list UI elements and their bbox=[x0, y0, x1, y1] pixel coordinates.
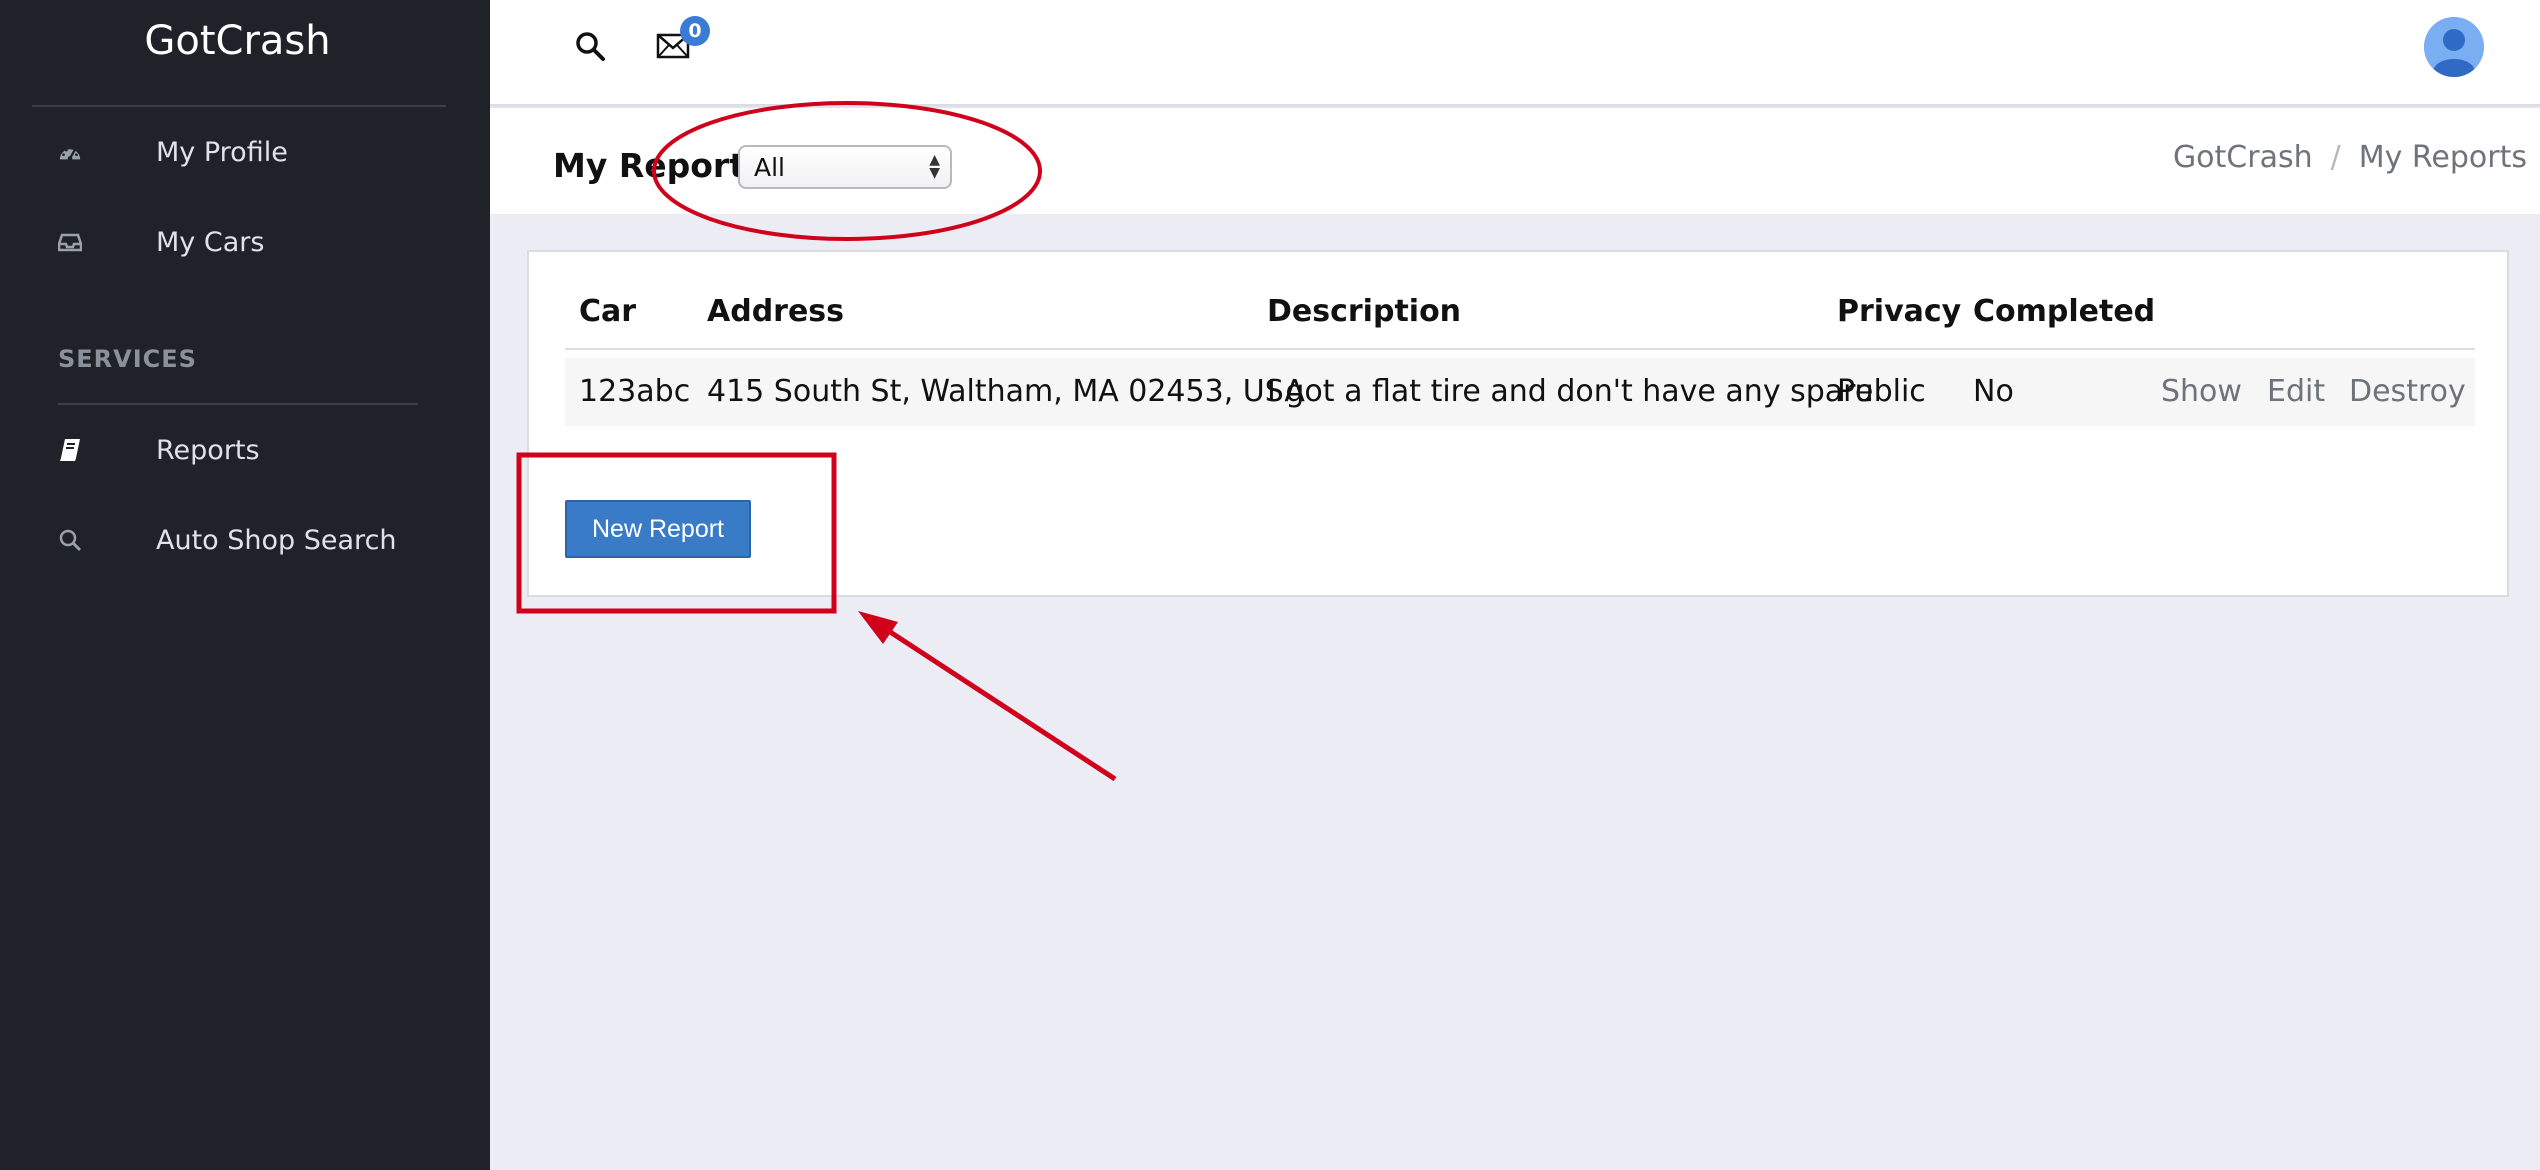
brand-divider bbox=[32, 105, 446, 107]
page-header: My Reports All ▲ ▼ GotCrash / My Reports bbox=[490, 108, 2540, 214]
app-root: GotCrash My Profile My Cars SERVICES Rep… bbox=[0, 0, 2540, 1170]
table-row: 123abc 415 South St, Waltham, MA 02453, … bbox=[565, 358, 2475, 426]
cell-car: 123abc bbox=[579, 374, 691, 409]
breadcrumb-separator: / bbox=[2330, 140, 2341, 175]
new-report-button[interactable]: New Report bbox=[565, 500, 751, 558]
inbox-icon bbox=[58, 230, 82, 254]
sidebar: GotCrash My Profile My Cars SERVICES Rep… bbox=[0, 0, 490, 1170]
cell-privacy: Public bbox=[1837, 374, 1926, 409]
column-header-privacy: Privacy bbox=[1837, 294, 1962, 329]
sidebar-item-label: My Cars bbox=[156, 226, 265, 258]
column-header-car: Car bbox=[579, 294, 637, 329]
filter-selected-value: All bbox=[754, 152, 785, 182]
notification-badge: 0 bbox=[680, 16, 710, 46]
search-icon bbox=[58, 528, 82, 552]
column-header-completed: Completed bbox=[1973, 294, 2156, 329]
cell-address: 415 South St, Waltham, MA 02453, USA bbox=[707, 374, 1305, 409]
breadcrumb-home[interactable]: GotCrash bbox=[2173, 140, 2313, 175]
annotation-arrow-line bbox=[876, 621, 1117, 782]
breadcrumb: GotCrash / My Reports bbox=[2173, 140, 2527, 175]
sidebar-section-label: SERVICES bbox=[58, 345, 197, 373]
reports-card: Car Address Description Privacy Complete… bbox=[527, 250, 2509, 597]
cell-description: I got a flat tire and don't have any spa… bbox=[1267, 374, 1874, 409]
sidebar-item-auto-shop-search[interactable]: Auto Shop Search bbox=[0, 505, 490, 575]
annotation-arrow-head bbox=[858, 611, 898, 644]
section-divider bbox=[58, 403, 418, 405]
sidebar-item-label: Reports bbox=[156, 434, 260, 466]
book-icon bbox=[58, 438, 82, 462]
show-link[interactable]: Show bbox=[2161, 374, 2242, 409]
sidebar-item-reports[interactable]: Reports bbox=[0, 415, 490, 485]
destroy-link[interactable]: Destroy bbox=[2349, 374, 2466, 409]
sidebar-item-my-cars[interactable]: My Cars bbox=[0, 207, 490, 277]
search-icon[interactable] bbox=[574, 30, 606, 62]
breadcrumb-current: My Reports bbox=[2358, 140, 2527, 175]
top-navbar: 0 bbox=[490, 0, 2540, 106]
column-header-description: Description bbox=[1267, 294, 1462, 329]
select-arrows-icon: ▲ ▼ bbox=[929, 152, 940, 181]
sidebar-item-label: My Profile bbox=[156, 136, 288, 168]
edit-link[interactable]: Edit bbox=[2267, 374, 2325, 409]
cell-completed: No bbox=[1973, 374, 2014, 409]
brand-logo[interactable]: GotCrash bbox=[0, 18, 475, 64]
sidebar-item-my-profile[interactable]: My Profile bbox=[0, 117, 490, 187]
user-avatar[interactable] bbox=[2424, 17, 2484, 77]
table-header: Car Address Description Privacy Complete… bbox=[565, 294, 2475, 350]
page-title: My Reports bbox=[553, 146, 765, 185]
dashboard-icon bbox=[58, 140, 82, 164]
column-header-address: Address bbox=[707, 294, 845, 329]
report-filter-select[interactable]: All ▲ ▼ bbox=[738, 145, 952, 189]
sidebar-item-label: Auto Shop Search bbox=[156, 524, 397, 556]
